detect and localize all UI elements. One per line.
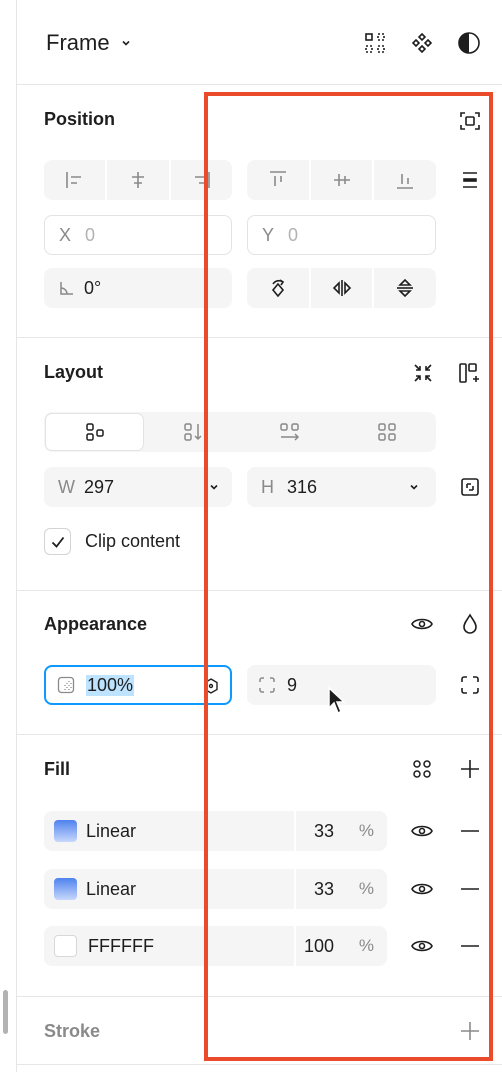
variable-hexagon-icon[interactable] (202, 677, 220, 695)
focus-frame-icon[interactable] (457, 108, 483, 134)
clip-content-label: Clip content (85, 531, 181, 551)
x-label: X (59, 224, 72, 245)
rotation-value: 0° (84, 277, 102, 298)
separator (294, 811, 296, 851)
layout-title: Layout (44, 362, 104, 382)
divider (17, 734, 502, 735)
divider (17, 1064, 502, 1065)
appearance-title: Appearance (44, 614, 148, 634)
divider (17, 996, 502, 997)
y-position-field[interactable]: Y 0 (247, 215, 436, 255)
flip-vertical-icon[interactable] (374, 268, 436, 308)
chevron-down-icon[interactable] (408, 481, 420, 493)
styles-grid-icon[interactable] (409, 756, 435, 782)
fill-opacity[interactable]: 33 (314, 879, 334, 900)
resize-to-fit-icon[interactable] (457, 474, 483, 500)
collapse-icon[interactable] (410, 360, 436, 386)
x-value: 0 (85, 224, 96, 245)
x-position-field[interactable]: X 0 (44, 215, 232, 255)
horizontal-layout-icon[interactable] (241, 413, 338, 451)
independent-corners-icon[interactable] (457, 672, 483, 698)
divider (17, 590, 502, 591)
distribute-icon[interactable] (457, 167, 483, 193)
blend-mode-drop-icon[interactable] (457, 611, 483, 637)
stroke-title: Stroke (44, 1021, 101, 1041)
fill-opacity[interactable]: 100 (304, 936, 334, 957)
width-field[interactable]: W 297 (44, 467, 232, 507)
divider (17, 337, 502, 338)
width-label: W (58, 476, 75, 497)
height-label: H (261, 476, 274, 497)
fill-row[interactable]: Linear 33 % (44, 869, 387, 909)
chevron-down-icon (120, 37, 132, 49)
vertical-layout-icon[interactable] (144, 413, 241, 451)
divider (17, 84, 502, 85)
gradient-swatch[interactable] (54, 820, 77, 842)
grid-layout-icon[interactable] (338, 413, 435, 451)
grid-dashed-icon[interactable] (362, 30, 388, 56)
opacity-field[interactable]: 100% (44, 665, 232, 705)
align-center-horizontal-icon[interactable] (107, 160, 171, 200)
properties-panel: Frame Position X 0 Y 0 0° Layout W 297 H… (17, 0, 502, 1072)
vertical-align-group (247, 160, 436, 200)
height-value: 316 (287, 476, 318, 497)
y-label: Y (262, 224, 275, 245)
align-right-icon[interactable] (171, 160, 232, 200)
fill-type: Linear (86, 879, 137, 899)
corner-radius-value: 9 (287, 674, 298, 695)
fill-title: Fill (44, 759, 70, 779)
remove-fill-icon[interactable] (457, 818, 483, 844)
align-center-vertical-icon[interactable] (311, 160, 375, 200)
rotate-icon[interactable] (247, 268, 311, 308)
gradient-swatch[interactable] (54, 878, 77, 900)
align-left-icon[interactable] (44, 160, 108, 200)
position-title: Position (44, 109, 115, 129)
eye-icon[interactable] (409, 876, 435, 902)
left-rail (0, 0, 17, 1072)
opacity-value: 100% (86, 674, 135, 696)
align-bottom-icon[interactable] (374, 160, 436, 200)
check-icon (51, 536, 64, 548)
frame-title: Frame (46, 30, 110, 55)
add-fill-icon[interactable] (457, 756, 483, 782)
separator (294, 926, 296, 966)
rotation-field[interactable]: 0° (44, 268, 232, 308)
add-stroke-icon[interactable] (457, 1018, 483, 1044)
transform-group (247, 268, 436, 308)
angle-icon (58, 279, 84, 297)
y-value: 0 (288, 224, 299, 245)
percent-sign: % (358, 821, 374, 840)
scrollbar-thumb[interactable] (3, 990, 8, 1034)
fill-hex: FFFFFF (88, 936, 154, 956)
flip-horizontal-icon[interactable] (311, 268, 375, 308)
align-top-icon[interactable] (247, 160, 311, 200)
corner-radius-icon (257, 675, 287, 695)
solid-swatch[interactable] (54, 935, 77, 957)
percent-sign: % (358, 936, 374, 955)
fill-row[interactable]: FFFFFF 100 % (44, 926, 387, 966)
mouse-pointer-icon (327, 686, 347, 721)
chevron-down-icon[interactable] (208, 481, 220, 493)
height-field[interactable]: H 316 (247, 467, 436, 507)
freeform-layout-icon[interactable] (45, 413, 144, 451)
add-auto-layout-icon[interactable] (457, 360, 483, 386)
eye-icon[interactable] (409, 818, 435, 844)
separator (294, 869, 296, 909)
horizontal-align-group (44, 160, 232, 200)
remove-fill-icon[interactable] (457, 876, 483, 902)
layout-mode-tabs (44, 412, 436, 452)
eye-icon[interactable] (409, 933, 435, 959)
fill-type: Linear (86, 821, 137, 841)
remove-fill-icon[interactable] (457, 933, 483, 959)
opacity-icon (56, 675, 86, 695)
frame-selector[interactable]: Frame (46, 30, 132, 56)
fill-opacity[interactable]: 33 (314, 821, 334, 842)
percent-sign: % (358, 879, 374, 898)
clip-content-checkbox[interactable] (44, 528, 71, 555)
eye-icon[interactable] (409, 611, 435, 637)
fill-row[interactable]: Linear 33 % (44, 811, 387, 851)
width-value: 297 (84, 476, 115, 497)
contrast-icon[interactable] (456, 30, 482, 56)
component-icon[interactable] (409, 30, 435, 56)
